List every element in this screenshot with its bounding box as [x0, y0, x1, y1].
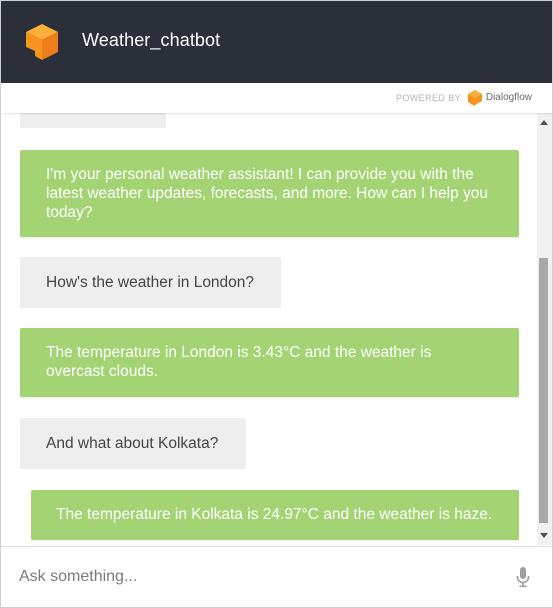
message-bubble-bot: I'm your personal weather assistant! I c…: [20, 150, 519, 237]
message-list-scrollbar[interactable]: [537, 113, 552, 545]
powered-by-bar: POWERED BY Dialogflow: [1, 83, 552, 113]
scrollbar-thumb[interactable]: [539, 258, 548, 523]
message-bubble-user: How's the weather in London?: [20, 257, 281, 308]
microphone-icon[interactable]: [515, 566, 531, 588]
message-bubble-user: And what about Kolkata?: [20, 418, 246, 469]
dialogflow-brand: Dialogflow: [485, 92, 532, 103]
message-input[interactable]: [19, 563, 489, 591]
message-bubble-user-partial: [20, 113, 166, 128]
message-text: The temperature in London is 3.43°C and …: [46, 344, 432, 380]
scroll-up-arrow-icon[interactable]: [540, 120, 548, 125]
dialogflow-agent-logo-icon: [26, 24, 58, 60]
chat-window: Weather_chatbot POWERED BY Dialogflow I'…: [0, 0, 553, 608]
message-text: How's the weather in London?: [46, 274, 255, 291]
powered-by-label: POWERED BY: [395, 93, 461, 103]
chat-header: Weather_chatbot: [1, 1, 552, 83]
message-list[interactable]: I'm your personal weather assistant! I c…: [1, 113, 537, 545]
message-text: And what about Kolkata?: [46, 435, 219, 452]
scroll-down-arrow-icon[interactable]: [540, 533, 548, 538]
message-text: I'm your personal weather assistant! I c…: [46, 166, 488, 221]
message-text: The temperature in Kolkata is 24.97°C an…: [56, 506, 493, 523]
message-input-bar: [1, 546, 552, 607]
message-bubble-bot: The temperature in London is 3.43°C and …: [20, 328, 519, 397]
message-bubble-bot: The temperature in Kolkata is 24.97°C an…: [31, 490, 519, 540]
dialogflow-icon: [468, 90, 482, 106]
chat-title: Weather_chatbot: [82, 30, 221, 50]
